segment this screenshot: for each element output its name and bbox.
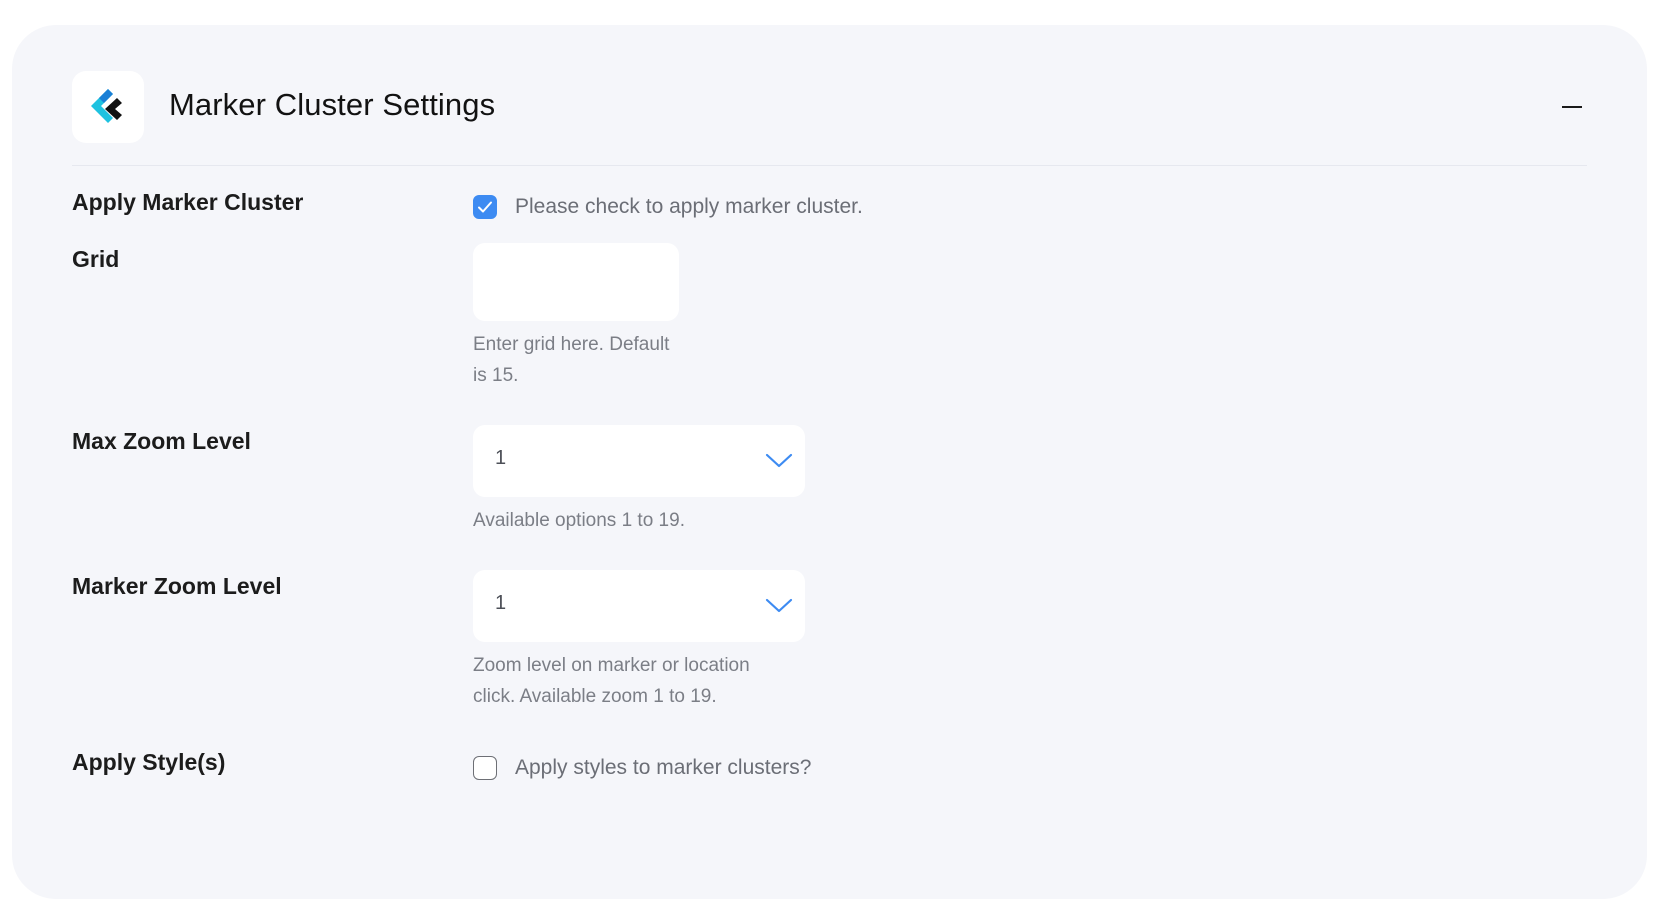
- grid-help-line1: Enter grid here. Default: [473, 334, 670, 355]
- marker-zoom-level-value: 1: [495, 592, 507, 614]
- card-header: Marker Cluster Settings: [72, 71, 1587, 166]
- page-title: Marker Cluster Settings: [169, 87, 496, 122]
- row-marker-zoom-level: Marker Zoom Level 1 Zoom level on marker…: [72, 570, 1587, 713]
- apply-marker-cluster-field: Please check to apply marker cluster.: [473, 192, 863, 222]
- row-max-zoom-level: Max Zoom Level 1 Available options 1 to …: [72, 425, 1587, 538]
- max-zoom-level-field: 1 Available options 1 to 19.: [473, 425, 805, 536]
- apply-styles-label: Apply Style(s): [72, 749, 226, 775]
- grid-label: Grid: [72, 246, 120, 272]
- marker-zoom-level-field: 1 Zoom level on marker or location click…: [473, 570, 805, 712]
- max-zoom-level-help: Available options 1 to 19.: [473, 510, 685, 531]
- minus-icon[interactable]: [1561, 99, 1583, 115]
- checkmark-icon: [478, 201, 492, 213]
- marker-zoom-help-line1: Zoom level on marker or location: [473, 655, 750, 676]
- apply-styles-field: Apply styles to marker clusters?: [473, 753, 811, 783]
- max-zoom-level-value: 1: [495, 447, 507, 469]
- row-apply-styles: Apply Style(s) Apply styles to marker cl…: [72, 749, 1587, 789]
- chevron-down-icon: [765, 453, 793, 468]
- max-zoom-level-select[interactable]: 1: [473, 425, 805, 497]
- grid-help-line2: is 15.: [473, 365, 519, 386]
- settings-card: Marker Cluster Settings Apply Marker Clu…: [12, 25, 1647, 899]
- row-grid: Grid Enter grid here. Default is 15.: [72, 243, 1587, 386]
- chevron-down-icon: [765, 598, 793, 613]
- marker-zoom-help-line2: click. Available zoom 1 to 19.: [473, 686, 717, 707]
- marker-zoom-level-help: Zoom level on marker or location click. …: [473, 650, 805, 712]
- max-zoom-level-label: Max Zoom Level: [72, 428, 251, 454]
- apply-styles-checkbox[interactable]: [473, 756, 497, 780]
- row-apply-marker-cluster: Apply Marker Cluster Please check to app…: [72, 189, 1587, 229]
- chevron-logo-icon: [72, 71, 144, 143]
- apply-marker-cluster-label: Apply Marker Cluster: [72, 189, 304, 215]
- grid-input[interactable]: [473, 243, 679, 321]
- grid-field: Enter grid here. Default is 15.: [473, 243, 679, 391]
- apply-styles-text: Apply styles to marker clusters?: [515, 756, 812, 779]
- apply-marker-cluster-checkbox[interactable]: [473, 195, 497, 219]
- marker-zoom-level-select[interactable]: 1: [473, 570, 805, 642]
- apply-marker-cluster-text: Please check to apply marker cluster.: [515, 195, 863, 218]
- grid-help: Enter grid here. Default is 15.: [473, 329, 679, 391]
- marker-zoom-level-label: Marker Zoom Level: [72, 573, 282, 599]
